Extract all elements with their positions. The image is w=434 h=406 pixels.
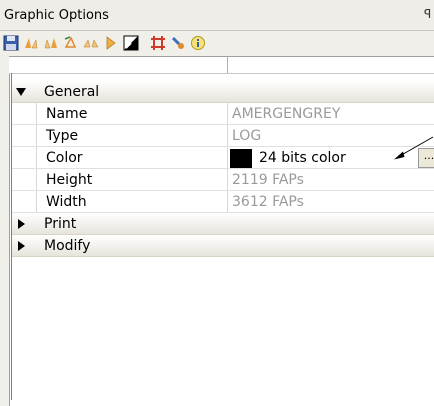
property-value: 3612 FAPs bbox=[232, 194, 304, 210]
property-row-name[interactable]: Name AMERGENGREY bbox=[12, 103, 434, 125]
property-row-type[interactable]: Type LOG bbox=[12, 125, 434, 147]
property-name: Height bbox=[46, 172, 93, 188]
property-name: Width bbox=[46, 194, 87, 210]
row-gutter bbox=[12, 191, 37, 212]
arrow-right-icon[interactable] bbox=[103, 35, 119, 51]
info-icon[interactable] bbox=[190, 35, 206, 51]
expand-arrow-icon[interactable] bbox=[18, 219, 25, 229]
row-gutter bbox=[12, 125, 37, 146]
rotate-icon[interactable] bbox=[63, 35, 79, 51]
row-splitter bbox=[227, 191, 228, 212]
property-value: 2119 FAPs bbox=[232, 172, 304, 188]
panel-title: Graphic Options bbox=[4, 8, 109, 23]
mirror-a-icon[interactable] bbox=[23, 35, 39, 51]
property-name: Type bbox=[46, 128, 79, 144]
row-splitter bbox=[227, 147, 228, 168]
save-icon[interactable] bbox=[3, 35, 19, 51]
property-value: AMERGENGREY bbox=[232, 106, 341, 122]
property-value: LOG bbox=[232, 128, 262, 144]
flip-icon[interactable] bbox=[83, 35, 99, 51]
mirror-b-icon[interactable] bbox=[43, 35, 59, 51]
row-splitter bbox=[227, 103, 228, 124]
category-label: Modify bbox=[44, 238, 91, 254]
annotation-arrow-icon bbox=[394, 136, 434, 160]
property-grid-header bbox=[9, 57, 434, 74]
category-modify[interactable]: Modify bbox=[12, 235, 434, 257]
property-name: Color bbox=[46, 150, 83, 166]
pin-icon[interactable]: ꟼ bbox=[424, 7, 431, 21]
graphic-options-panel: Graphic Options ꟼ General Name AMERGENGR… bbox=[0, 0, 434, 406]
category-general[interactable]: General bbox=[12, 81, 434, 103]
property-name: Name bbox=[46, 106, 88, 122]
category-label: General bbox=[44, 84, 100, 100]
property-value: 24 bits color bbox=[259, 150, 346, 166]
panel-titlebar: Graphic Options ꟼ bbox=[0, 0, 434, 31]
toolbar bbox=[0, 31, 434, 55]
category-label: Print bbox=[44, 216, 77, 232]
collapse-arrow-icon[interactable] bbox=[16, 88, 26, 96]
expand-arrow-icon[interactable] bbox=[18, 241, 25, 251]
property-row-color[interactable]: Color 24 bits color ... bbox=[12, 147, 434, 169]
category-print[interactable]: Print bbox=[12, 213, 434, 235]
color-swatch[interactable] bbox=[230, 149, 252, 168]
property-row-width[interactable]: Width 3612 FAPs bbox=[12, 191, 434, 213]
property-row-height[interactable]: Height 2119 FAPs bbox=[12, 169, 434, 191]
column-splitter[interactable] bbox=[227, 57, 228, 73]
row-gutter bbox=[12, 147, 37, 168]
crop-square-icon[interactable] bbox=[123, 35, 139, 51]
row-gutter bbox=[12, 169, 37, 190]
row-splitter bbox=[227, 169, 228, 190]
paint-icon[interactable] bbox=[170, 35, 186, 51]
frame-icon[interactable] bbox=[150, 35, 166, 51]
row-splitter bbox=[227, 125, 228, 146]
row-gutter bbox=[12, 103, 37, 124]
